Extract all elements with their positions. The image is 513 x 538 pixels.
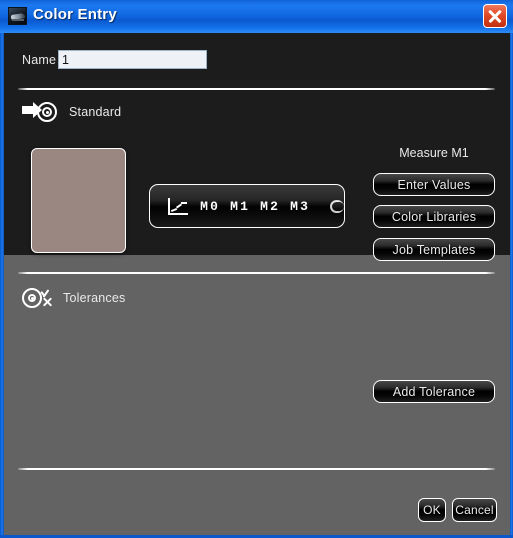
color-entry-window: Color Entry Name Standard M0 M1 M2 M3 M bbox=[0, 0, 513, 538]
window-title: Color Entry bbox=[33, 6, 117, 23]
toggle-knob bbox=[332, 201, 344, 211]
name-label: Name bbox=[22, 53, 57, 67]
color-libraries-button[interactable]: Color Libraries bbox=[373, 205, 495, 228]
measurement-slots-label[interactable]: M0 M1 M2 M3 bbox=[200, 199, 310, 214]
photo-thumbnail-icon bbox=[8, 7, 27, 25]
separator-middle bbox=[18, 272, 495, 274]
measurement-toolbar: M0 M1 M2 M3 bbox=[149, 184, 345, 228]
title-bar: Color Entry bbox=[0, 0, 513, 33]
name-input[interactable] bbox=[58, 50, 207, 69]
separator-top bbox=[18, 88, 495, 90]
standard-section-header: Standard bbox=[22, 101, 121, 123]
tolerances-section-header: Tolerances bbox=[22, 287, 125, 309]
arrow-to-target-icon bbox=[22, 101, 62, 123]
separator-bottom bbox=[18, 468, 495, 470]
measurement-toggle[interactable] bbox=[330, 199, 344, 213]
window-border-left bbox=[0, 33, 4, 538]
enter-values-button[interactable]: Enter Values bbox=[373, 173, 495, 196]
target-check-x-icon bbox=[22, 287, 56, 309]
standard-section-label: Standard bbox=[69, 105, 122, 119]
cancel-button[interactable]: Cancel bbox=[452, 498, 497, 522]
add-tolerance-button[interactable]: Add Tolerance bbox=[373, 380, 495, 403]
line-chart-icon[interactable] bbox=[168, 197, 188, 215]
close-icon[interactable] bbox=[483, 4, 507, 28]
color-swatch[interactable] bbox=[31, 148, 126, 253]
ok-button[interactable]: OK bbox=[418, 498, 446, 522]
measure-panel-title: Measure M1 bbox=[399, 146, 469, 160]
tolerances-section-label: Tolerances bbox=[63, 291, 126, 305]
job-templates-button[interactable]: Job Templates bbox=[373, 238, 495, 261]
